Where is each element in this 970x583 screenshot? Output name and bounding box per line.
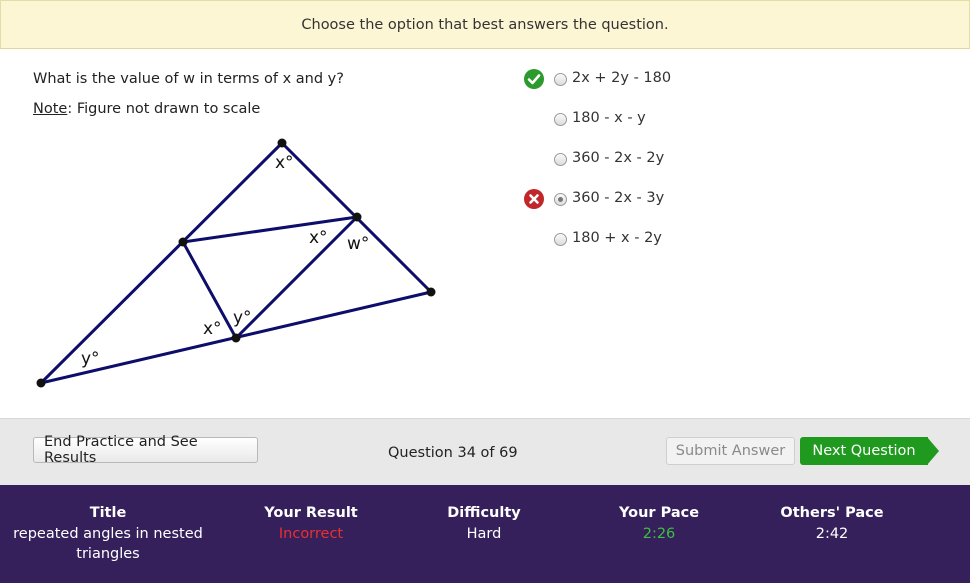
answer-label[interactable]: 180 - x - y — [572, 110, 646, 126]
end-practice-button[interactable]: End Practice and See Results — [33, 434, 258, 466]
answer-option[interactable]: 2x + 2y - 180 — [520, 67, 780, 91]
angle-label: x° — [309, 228, 328, 248]
incorrect-x-icon — [524, 189, 544, 209]
figure-line — [234, 215, 359, 340]
figure-line — [39, 141, 284, 385]
answer-label[interactable]: 360 - 2x - 2y — [572, 150, 664, 166]
answer-label[interactable]: 180 + x - 2y — [572, 230, 662, 246]
correct-check-icon — [524, 69, 544, 89]
results-footer: Title repeated angles in nested triangle… — [0, 485, 970, 583]
next-button-label[interactable]: Next Question — [800, 437, 928, 465]
pace-header: Your Pace — [618, 505, 700, 521]
figure-vertex — [178, 237, 188, 247]
figure-line — [181, 215, 359, 244]
answer-radio[interactable] — [554, 233, 567, 246]
submit-answer-button[interactable]: Submit Answer — [666, 437, 795, 465]
footer-result-column: Your Result Incorrect — [241, 505, 381, 544]
pace-value: 2:26 — [642, 526, 676, 542]
figure-note: Note: Figure not drawn to scale — [33, 101, 260, 117]
answer-radio[interactable] — [554, 113, 567, 126]
others-pace-value: 2:42 — [815, 526, 849, 542]
answer-label[interactable]: 2x + 2y - 180 — [572, 70, 671, 86]
answer-option[interactable]: 180 - x - y — [520, 107, 780, 131]
geometry-figure: x° x° w° x° y° y° — [36, 138, 436, 388]
title-value: repeated angles in nested triangles — [13, 526, 203, 562]
footer-title-column: Title repeated angles in nested triangle… — [8, 505, 208, 564]
instruction-banner: Choose the option that best answers the … — [0, 0, 970, 49]
result-value: Incorrect — [278, 526, 344, 542]
answer-radio[interactable] — [554, 153, 567, 166]
title-header: Title — [89, 505, 127, 521]
next-arrow-icon — [927, 437, 939, 465]
note-label: Note — [33, 101, 68, 117]
answer-radio[interactable] — [554, 73, 567, 86]
next-question-button[interactable]: Next Question — [800, 437, 940, 465]
angle-label: w° — [347, 234, 369, 254]
answer-option[interactable]: 180 + x - 2y — [520, 227, 780, 251]
difficulty-header: Difficulty — [447, 505, 521, 521]
figure-vertex — [426, 287, 436, 297]
figure-vertex — [352, 212, 362, 222]
angle-label: y° — [81, 349, 100, 369]
figure-vertex — [231, 333, 241, 343]
footer-difficulty-column: Difficulty Hard — [414, 505, 554, 544]
question-toolbar: End Practice and See Results Question 34… — [0, 418, 970, 486]
note-text: : Figure not drawn to scale — [67, 101, 261, 117]
answer-label[interactable]: 360 - 2x - 3y — [572, 190, 664, 206]
answer-option[interactable]: 360 - 2x - 3y — [520, 187, 780, 211]
angle-label: x° — [275, 153, 294, 173]
angle-label: y° — [233, 308, 252, 328]
angle-label: x° — [203, 319, 222, 339]
footer-others-column: Others' Pace 2:42 — [762, 505, 902, 544]
difficulty-value: Hard — [466, 526, 502, 542]
figure-vertex — [277, 138, 287, 148]
footer-pace-column: Your Pace 2:26 — [589, 505, 729, 544]
others-pace-header: Others' Pace — [780, 505, 884, 521]
question-text: What is the value of w in terms of x and… — [33, 71, 344, 87]
answer-radio-selected[interactable] — [554, 193, 567, 206]
figure-vertex — [36, 378, 46, 388]
question-counter: Question 34 of 69 — [388, 445, 518, 461]
result-header: Your Result — [264, 505, 358, 521]
instruction-text: Choose the option that best answers the … — [301, 16, 669, 33]
answer-option[interactable]: 360 - 2x - 2y — [520, 147, 780, 171]
